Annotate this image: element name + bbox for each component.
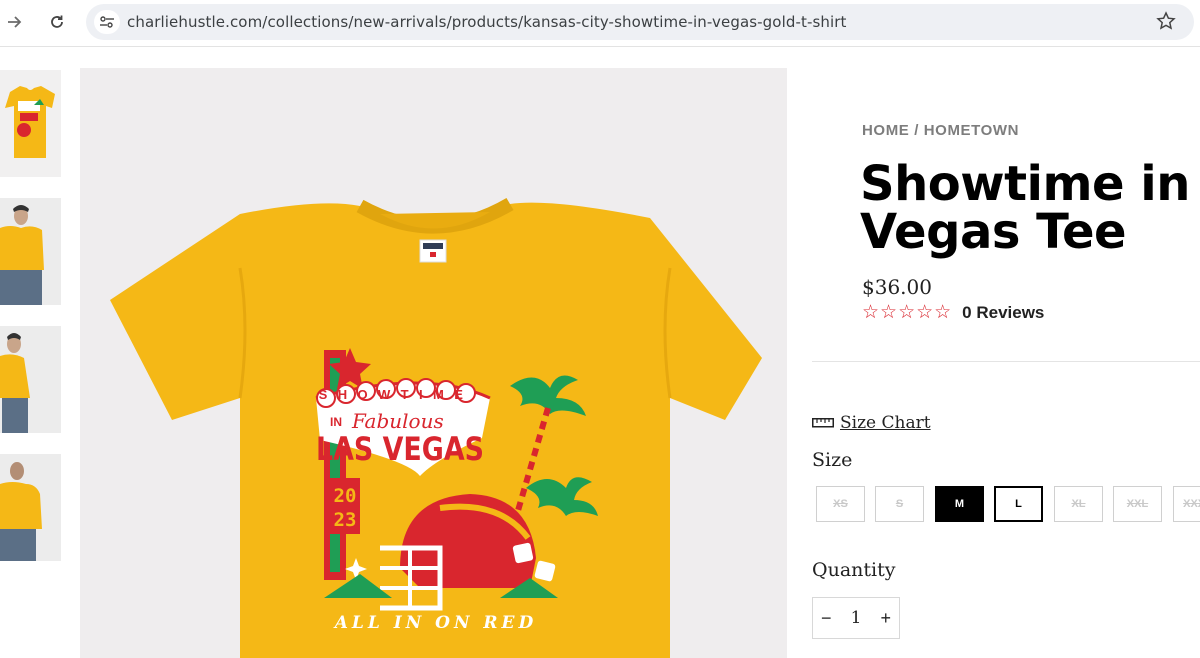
thumbnail-model-front[interactable]: [0, 198, 61, 305]
size-option-s[interactable]: S: [875, 486, 924, 522]
quantity-decrease-button[interactable]: −: [821, 608, 832, 629]
size-option-xs[interactable]: XS: [816, 486, 865, 522]
size-options: XS S M L XL XXL XXXL: [816, 486, 1200, 524]
size-chart-label[interactable]: Size Chart: [840, 413, 931, 433]
size-chart-link[interactable]: Size Chart: [812, 413, 931, 433]
thumbnail-model-back[interactable]: [0, 454, 61, 561]
bookmark-star-icon[interactable]: [1156, 11, 1176, 36]
size-option-m[interactable]: M: [935, 486, 984, 522]
year-top-text: 20: [334, 485, 357, 507]
ruler-icon: [812, 413, 834, 433]
in-text: IN: [330, 415, 342, 429]
reload-icon[interactable]: [44, 9, 70, 35]
quantity-increase-button[interactable]: +: [880, 608, 891, 629]
breadcrumb-separator: /: [914, 122, 919, 139]
browser-toolbar: charliehustle.com/collections/new-arriva…: [0, 0, 1200, 47]
thumbnail-model-side[interactable]: [0, 326, 61, 433]
main-product-image[interactable]: SHOWTIME IN Fabulous LAS VEGAS 20 23 ALL…: [80, 68, 787, 658]
size-option-l[interactable]: L: [994, 486, 1043, 522]
forward-icon[interactable]: [2, 9, 28, 35]
breadcrumb-hometown-link[interactable]: HOMETOWN: [924, 122, 1019, 139]
breadcrumb-home-link[interactable]: HOME: [862, 122, 909, 139]
size-label: Size: [812, 449, 853, 471]
rating-stars-icon[interactable]: ☆☆☆☆☆: [862, 301, 952, 324]
las-vegas-text: LAS VEGAS: [316, 430, 484, 468]
site-settings-icon[interactable]: [94, 10, 120, 34]
quantity-label: Quantity: [812, 559, 896, 581]
thumbnail-flat-shirt[interactable]: [0, 70, 61, 177]
quantity-stepper: − 1 +: [812, 597, 900, 639]
year-bottom-text: 23: [334, 509, 357, 531]
tagline-text: ALL IN ON RED: [333, 613, 538, 633]
divider: [812, 361, 1200, 362]
product-title: Showtime in Vegas Tee: [860, 156, 1190, 260]
shirt-illustration: SHOWTIME IN Fabulous LAS VEGAS 20 23 ALL…: [110, 197, 762, 658]
address-bar[interactable]: charliehustle.com/collections/new-arriva…: [86, 4, 1194, 40]
size-option-xxxl[interactable]: XXXL: [1173, 486, 1200, 522]
reviews-count[interactable]: 0 Reviews: [962, 303, 1044, 323]
quantity-value[interactable]: 1: [851, 608, 862, 628]
product-rating[interactable]: ☆☆☆☆☆ 0 Reviews: [862, 301, 1044, 324]
product-price: $36.00: [862, 275, 932, 299]
size-option-xl[interactable]: XL: [1054, 486, 1103, 522]
size-option-xxl[interactable]: XXL: [1113, 486, 1162, 522]
breadcrumb: HOME / HOMETOWN: [862, 122, 1019, 139]
showtime-text: SHOWTIME: [319, 387, 474, 402]
url-text[interactable]: charliehustle.com/collections/new-arriva…: [127, 13, 847, 31]
